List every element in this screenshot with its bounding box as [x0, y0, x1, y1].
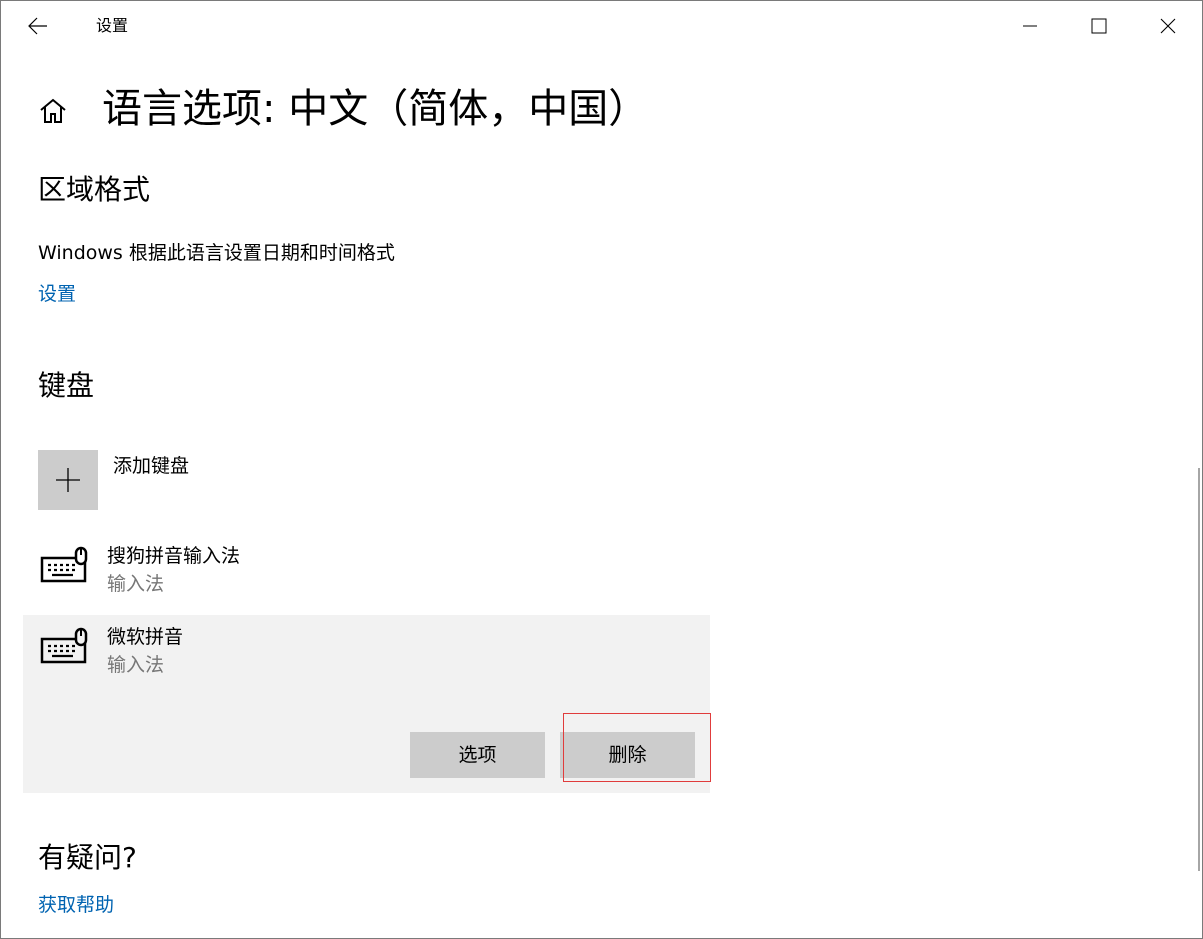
app-title: 设置 [96, 16, 129, 35]
close-button[interactable] [1133, 1, 1202, 51]
keyboard-item-type: 输入法 [107, 654, 165, 676]
home-button[interactable] [37, 95, 69, 127]
get-help-link[interactable]: 获取帮助 [38, 892, 114, 918]
keyboard-item-sogou[interactable]: 搜狗拼音输入法 输入法 [23, 534, 710, 614]
vertical-scrollbar[interactable] [1198, 468, 1200, 871]
region-format-description: Windows 根据此语言设置日期和时间格式 [38, 242, 395, 264]
keyboard-heading: 键盘 [38, 369, 95, 402]
back-button[interactable] [15, 7, 61, 45]
home-icon [40, 98, 66, 123]
help-heading: 有疑问? [38, 841, 137, 874]
keyboard-icon [40, 546, 88, 583]
region-settings-link[interactable]: 设置 [38, 281, 76, 307]
keyboard-item-microsoft-pinyin[interactable]: 微软拼音 输入法 选项 删除 [23, 615, 711, 793]
keyboard-icon [40, 627, 88, 664]
minimize-icon [1022, 25, 1037, 27]
add-keyboard-label: 添加键盘 [113, 455, 190, 477]
keyboard-item-type: 输入法 [107, 573, 165, 595]
add-keyboard-tile [38, 450, 98, 510]
page-title: 语言选项: 中文（简体，中国） [102, 86, 649, 132]
plus-icon [56, 468, 80, 492]
keyboard-item-name: 微软拼音 [107, 626, 184, 648]
maximize-icon [1091, 18, 1106, 34]
back-arrow-icon [28, 17, 47, 35]
add-keyboard-button[interactable]: 添加键盘 [38, 450, 338, 510]
options-button[interactable]: 选项 [410, 732, 545, 778]
close-icon [1160, 18, 1175, 34]
region-format-heading: 区域格式 [38, 173, 151, 206]
remove-button[interactable]: 删除 [560, 732, 695, 778]
settings-window: 设置 语言选项: 中文（简体，中国） 区域格式 Windows 根据此语言设置日… [0, 0, 1203, 939]
title-bar: 设置 [1, 1, 1202, 51]
keyboard-item-name: 搜狗拼音输入法 [107, 545, 241, 567]
maximize-button[interactable] [1064, 1, 1133, 51]
minimize-button[interactable] [995, 1, 1064, 51]
